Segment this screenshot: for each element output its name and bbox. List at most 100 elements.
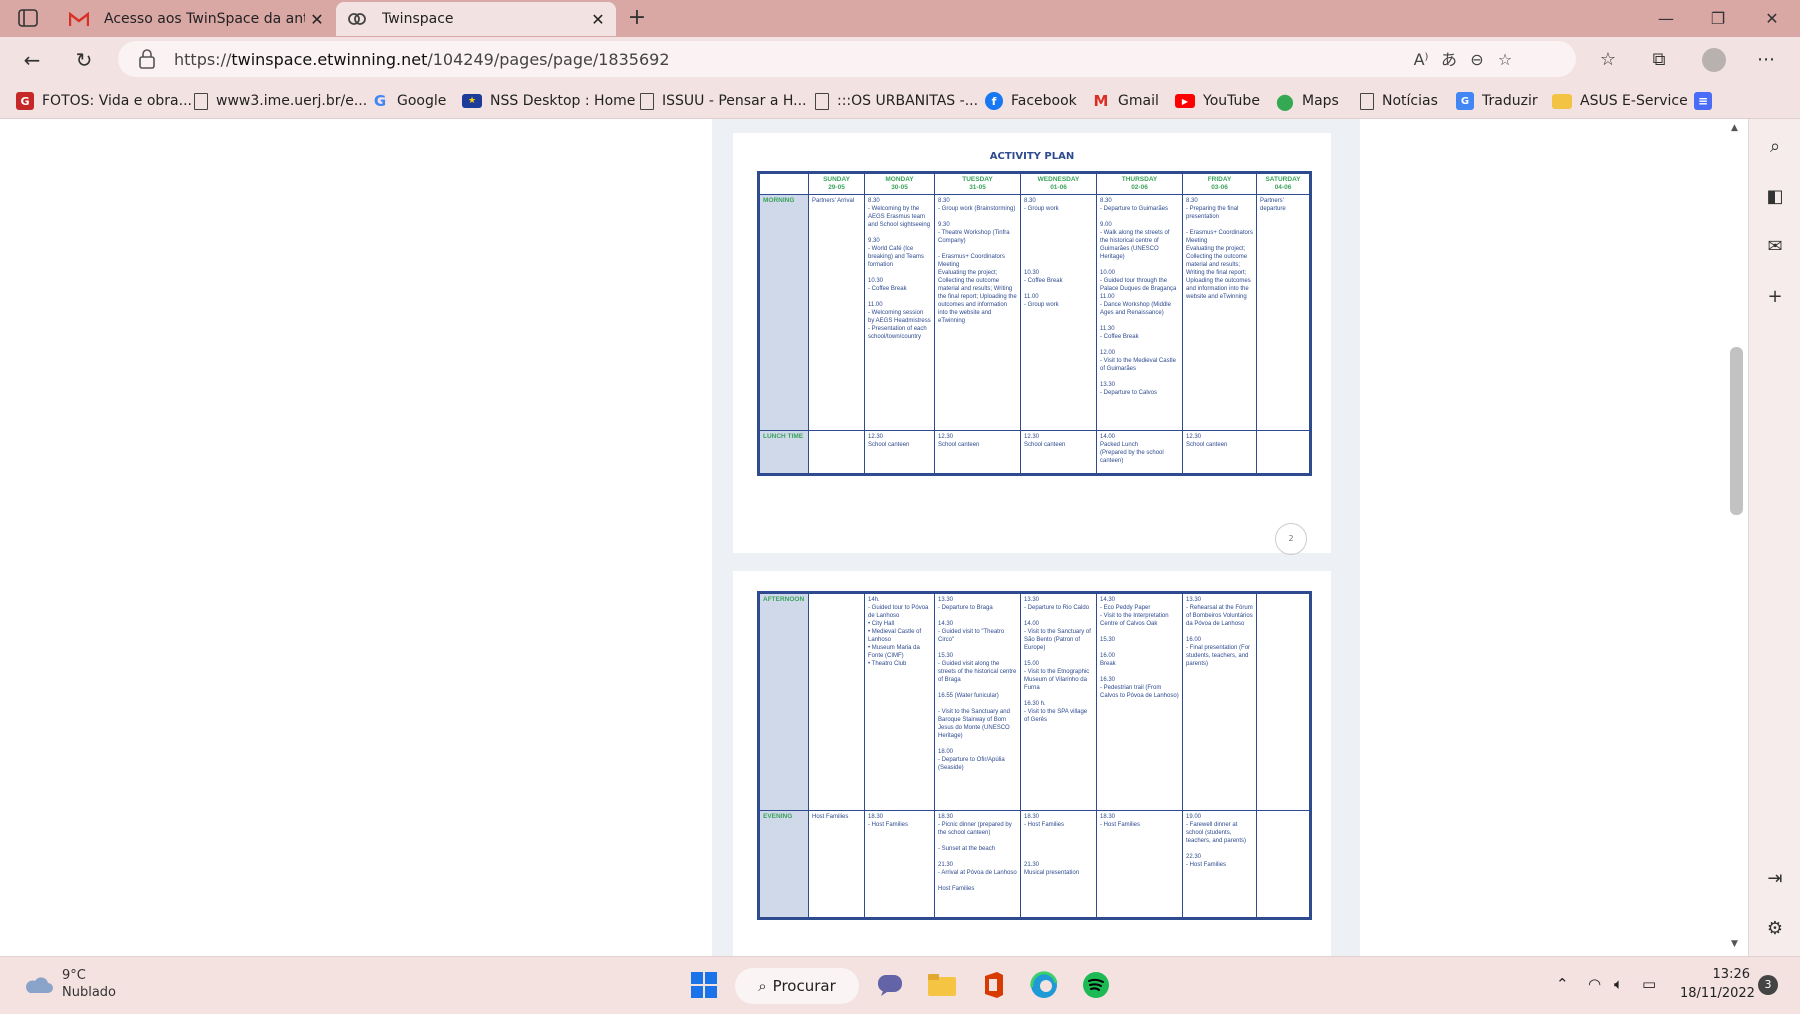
- volume-icon[interactable]: 🔈︎: [1614, 975, 1623, 993]
- lock-icon[interactable]: [138, 49, 156, 69]
- bookmark-os-urbanitas[interactable]: :::OS URBANITAS -...: [815, 91, 978, 111]
- table-cell: 13.30 - Departure to Braga 14.30 - Guide…: [934, 592, 1021, 811]
- hide-sidebar-icon[interactable]: ⇥: [1763, 867, 1787, 891]
- address-bar[interactable]: https://twinspace.etwinning.net/104249/p…: [118, 41, 1576, 77]
- activity-plan-table-afternoon: AFTERNOON 14h. - Guided tour to Póvoa de…: [757, 591, 1312, 920]
- temperature: 9°C: [62, 968, 86, 983]
- cell-text: 8.30 - Preparing the final presentation …: [1186, 198, 1253, 300]
- table-corner-cell: [758, 172, 809, 195]
- bookmark-noticias[interactable]: Notícias: [1360, 91, 1438, 111]
- back-arrow-icon[interactable]: ←: [18, 46, 46, 74]
- page-content[interactable]: ACTIVITY PLAN SUNDAY 29-05 MONDAY 30-05 TU…: [0, 119, 1747, 956]
- bookmark-label: NSS Desktop : Home: [490, 93, 636, 109]
- tab-label: Acesso aos TwinSpace da antiga: [104, 11, 305, 27]
- clock-date: 18/11/2022: [1680, 986, 1755, 1001]
- new-tab-icon[interactable]: +: [624, 6, 650, 32]
- notification-badge[interactable]: 3: [1758, 975, 1778, 995]
- start-windows-icon[interactable]: [686, 967, 722, 1003]
- cell-text: 8.30 - Departure to Guimarães 9.00 - Wal…: [1100, 198, 1177, 396]
- cell-text: Partners' departure: [1260, 198, 1286, 212]
- battery-icon[interactable]: ▭: [1642, 975, 1656, 993]
- add-favorite-icon[interactable]: ☆: [1494, 49, 1516, 71]
- reload-icon[interactable]: ↻: [70, 46, 98, 74]
- cell-text: 19.00 - Farewell dinner at school (stude…: [1186, 814, 1247, 868]
- edge-browser-icon[interactable]: [1026, 967, 1062, 1003]
- bookmark-issuu[interactable]: ISSUU - Pensar a H...: [640, 91, 807, 111]
- outlook-icon[interactable]: ✉: [1763, 235, 1787, 259]
- table-cell: 12.30 School canteen: [1182, 430, 1257, 475]
- row-label: LUNCH TIME: [758, 430, 809, 475]
- table-cell: Partners' departure: [1256, 194, 1311, 431]
- bookmark-label: Traduzir: [1482, 93, 1538, 109]
- url-scheme: https://: [174, 50, 232, 69]
- bookmark-facebook[interactable]: f Facebook: [985, 91, 1077, 111]
- settings-gear-icon[interactable]: ⚙: [1763, 917, 1787, 941]
- spotify-icon[interactable]: [1078, 967, 1114, 1003]
- table-cell: 8.30 - Preparing the final presentation …: [1182, 194, 1257, 431]
- minimize-icon[interactable]: —: [1646, 6, 1686, 32]
- table-cell: 8.30 - Group work (Brainstorming) 9.30 -…: [934, 194, 1021, 431]
- table-cell: 13.30 - Rehearsal at the Fórum of Bombei…: [1182, 592, 1257, 811]
- close-tab-icon[interactable]: ✕: [305, 10, 329, 29]
- table-cell: [1256, 810, 1311, 919]
- more-options-icon[interactable]: ⋯: [1752, 46, 1780, 74]
- add-sidebar-app-icon[interactable]: +: [1763, 285, 1787, 309]
- teams-chat-icon[interactable]: [872, 967, 908, 1003]
- scroll-up-arrow-icon[interactable]: ▲: [1731, 123, 1738, 133]
- day-name: FRIDAY: [1207, 176, 1232, 183]
- tab-twinspace-access[interactable]: Acesso aos TwinSpace da antiga ✕: [58, 2, 335, 36]
- bookmark-label: Notícias: [1382, 93, 1438, 109]
- bookmark-traduzir[interactable]: G Traduzir: [1456, 91, 1538, 111]
- search-icon[interactable]: ⌕: [1763, 135, 1787, 159]
- zoom-out-icon[interactable]: ⊖: [1466, 49, 1488, 71]
- table-cell: 18.30 - Host Families 21.30 Musical pres…: [1020, 810, 1097, 919]
- youtube-icon: ▶: [1175, 94, 1195, 108]
- bookmark-gmail[interactable]: M Gmail: [1092, 91, 1159, 111]
- system-clock[interactable]: 13:26 18/11/2022: [1680, 965, 1755, 1003]
- other-favorites-icon[interactable]: ≡: [1694, 91, 1720, 111]
- collections-icon[interactable]: ⧉: [1645, 46, 1673, 74]
- taskbar-search[interactable]: ⌕ Procurar: [735, 968, 859, 1004]
- page-icon: [1360, 92, 1374, 110]
- scrollbar-thumb[interactable]: [1730, 347, 1743, 515]
- tab-twinspace[interactable]: Twinspace ✕: [336, 2, 616, 36]
- wifi-icon[interactable]: ◠: [1588, 975, 1601, 993]
- weather-widget[interactable]: 9°C Nublado: [22, 967, 116, 1001]
- bookmark-ime-uerj[interactable]: www3.ime.uerj.br/e...: [194, 91, 367, 111]
- restore-icon[interactable]: ❐: [1698, 6, 1738, 32]
- translate-page-icon[interactable]: あ: [1438, 49, 1460, 71]
- close-tab-icon[interactable]: ✕: [586, 10, 610, 29]
- cell-text: 14h. - Guided tour to Póvoa de Lanhoso •…: [868, 597, 929, 667]
- favorites-icon[interactable]: ☆: [1594, 46, 1622, 74]
- scroll-down-arrow-icon[interactable]: ▼: [1731, 939, 1738, 949]
- profile-avatar[interactable]: [1702, 48, 1726, 72]
- day-name: TUESDAY: [962, 176, 993, 183]
- document-page-1: ACTIVITY PLAN SUNDAY 29-05 MONDAY 30-05 TU…: [733, 133, 1331, 555]
- bookmark-nss-desktop[interactable]: ★ NSS Desktop : Home: [462, 91, 635, 111]
- bookmark-maps[interactable]: ⬤ Maps: [1276, 91, 1339, 111]
- gallery-icon: G: [16, 92, 34, 110]
- read-aloud-icon[interactable]: A⁾: [1410, 49, 1432, 71]
- cell-text: 8.30 - Group work (Brainstorming) 9.30 -…: [938, 198, 1017, 324]
- bookmark-youtube[interactable]: ▶ YouTube: [1175, 91, 1260, 111]
- office-icon[interactable]: ◧: [1763, 185, 1787, 209]
- file-explorer-icon[interactable]: [924, 967, 960, 1003]
- show-hidden-icons-chevron-icon[interactable]: ⌃: [1556, 975, 1569, 993]
- table-cell: 12.30 School canteen: [1020, 430, 1097, 475]
- table-cell: 12.30 School canteen: [864, 430, 935, 475]
- bookmark-google[interactable]: G Google: [371, 91, 447, 111]
- url-text[interactable]: https://twinspace.etwinning.net/104249/p…: [174, 50, 670, 69]
- folder-icon: [1552, 93, 1572, 109]
- vertical-scrollbar[interactable]: ▲ ▼: [1727, 119, 1747, 956]
- day-date: 29-05: [828, 184, 845, 191]
- table-row-lunch: LUNCH TIME 12.30 School canteen 12.30 Sc…: [758, 430, 1311, 475]
- page-icon: [815, 92, 829, 110]
- close-window-icon[interactable]: ✕: [1752, 6, 1792, 32]
- bookmark-fotos[interactable]: G FOTOS: Vida e obra...: [16, 91, 192, 111]
- cloud-icon: [26, 977, 53, 993]
- office-app-icon[interactable]: [976, 967, 1012, 1003]
- day-date: 31-05: [969, 184, 986, 191]
- bookmark-asus-eservice[interactable]: ASUS E-Service: [1552, 91, 1688, 111]
- gmail-icon: M: [1093, 92, 1109, 110]
- tab-actions-icon[interactable]: [18, 9, 38, 27]
